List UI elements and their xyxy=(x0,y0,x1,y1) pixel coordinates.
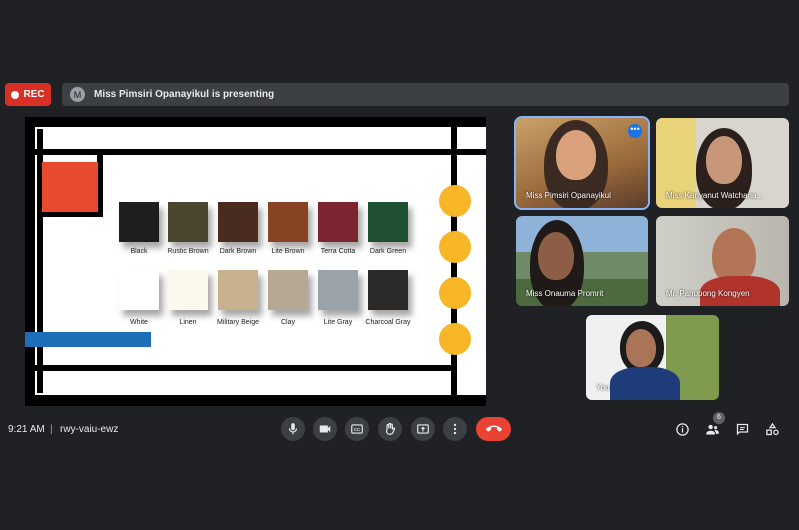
color-swatch xyxy=(268,202,308,242)
more-options-button[interactable] xyxy=(443,417,467,441)
participant-face xyxy=(538,232,574,280)
participant-name: You xyxy=(596,383,610,392)
yellow-circle xyxy=(439,277,471,309)
camera-button[interactable] xyxy=(313,417,337,441)
more-options-icon[interactable]: ••• xyxy=(628,124,642,138)
captions-icon: CC xyxy=(351,424,363,434)
slide-frame-line-bottom xyxy=(35,365,457,371)
color-swatch xyxy=(318,202,358,242)
color-swatch-label: Dark Green xyxy=(369,248,407,255)
svg-text:CC: CC xyxy=(354,427,360,432)
color-swatch xyxy=(119,202,159,242)
participant-tile[interactable]: Mr. Panupong Kongyen xyxy=(656,216,789,306)
camera-icon xyxy=(319,425,331,433)
participant-face xyxy=(706,136,742,184)
present-button[interactable] xyxy=(411,417,435,441)
presenting-banner: M Miss Pimsiri Opanayikul is presenting xyxy=(62,83,789,106)
color-swatch xyxy=(368,270,408,310)
record-dot-icon xyxy=(11,90,20,99)
color-swatch xyxy=(168,202,208,242)
activities-icon xyxy=(765,422,779,435)
color-swatch xyxy=(168,270,208,310)
participant-tile[interactable]: ••• Miss Pimsiri Opanayikul xyxy=(514,116,650,210)
participant-tile[interactable]: Miss Kanyanut Watchana... xyxy=(656,118,789,208)
raise-hand-icon xyxy=(385,422,396,435)
participant-face xyxy=(626,329,656,367)
meeting-code: rwy-vaiu-ewz xyxy=(60,424,119,435)
raise-hand-button[interactable] xyxy=(378,417,402,441)
info-button[interactable] xyxy=(673,420,691,438)
color-swatch xyxy=(368,202,408,242)
yellow-circle xyxy=(439,185,471,217)
shared-presentation: Black Rustic Brown Dark Brown Lite Brown Ter… xyxy=(25,117,486,406)
yellow-circle xyxy=(439,323,471,355)
presenting-text: Miss Pimsiri Opanayikul is presenting xyxy=(94,89,275,100)
microphone-button[interactable] xyxy=(281,417,305,441)
chat-button[interactable] xyxy=(733,420,751,438)
more-options-icon xyxy=(453,423,457,435)
participant-name: Miss Kanyanut Watchana... xyxy=(666,191,764,200)
participant-count-badge: 6 xyxy=(713,412,725,424)
end-call-icon xyxy=(485,425,502,432)
chat-icon xyxy=(736,423,748,435)
color-swatch xyxy=(318,270,358,310)
participant-tile[interactable]: Miss Onauma Promrit xyxy=(516,216,648,306)
captions-button[interactable]: CC xyxy=(345,417,369,441)
participant-name: Miss Pimsiri Opanayikul xyxy=(526,191,611,200)
meeting-time: 9:21 AM xyxy=(8,424,45,435)
color-swatch-label: Charcoal Gray xyxy=(365,319,411,326)
activities-button[interactable] xyxy=(763,420,781,438)
microphone-icon xyxy=(288,423,298,435)
blue-block xyxy=(25,332,151,347)
recording-indicator[interactable]: REC xyxy=(5,83,51,106)
color-swatch xyxy=(119,270,159,310)
participant-name: Mr. Panupong Kongyen xyxy=(666,289,750,298)
color-swatch xyxy=(218,270,258,310)
color-swatch xyxy=(268,270,308,310)
recording-label: REC xyxy=(23,89,45,100)
red-block xyxy=(42,162,98,212)
present-icon xyxy=(417,424,429,434)
participant-shirt xyxy=(610,367,680,400)
presenter-avatar: M xyxy=(70,87,85,102)
info-icon xyxy=(675,422,689,436)
color-swatch xyxy=(218,202,258,242)
participant-face xyxy=(556,130,596,180)
participant-tile-self[interactable]: You xyxy=(586,315,719,400)
end-call-button[interactable] xyxy=(476,417,511,441)
participant-name: Miss Onauma Promrit xyxy=(526,289,604,298)
slide-frame-line-square-bottom xyxy=(43,212,103,217)
divider: | xyxy=(50,424,53,435)
yellow-circle xyxy=(439,231,471,263)
